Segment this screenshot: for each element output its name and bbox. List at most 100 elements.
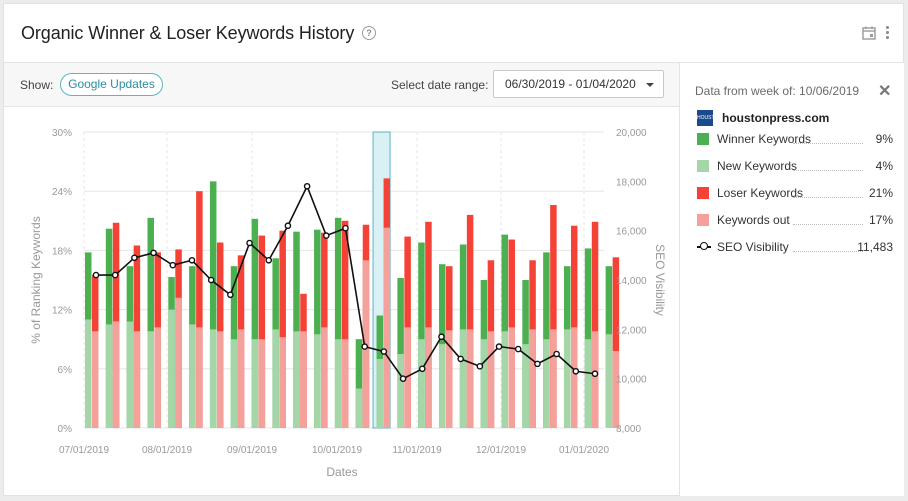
legend-value: 9% xyxy=(875,132,893,146)
seo-visibility-point xyxy=(495,343,503,350)
bar-new xyxy=(126,321,134,428)
y2-tick-label: 20,000 xyxy=(616,128,647,139)
legend-value: 17% xyxy=(868,213,893,227)
seo-visibility-point xyxy=(553,350,560,358)
bar-new xyxy=(334,339,342,428)
y2-tick-label: 14,000 xyxy=(616,276,647,287)
page-title: Organic Winner & Loser Keywords History xyxy=(21,23,355,43)
date-range-select[interactable]: 06/30/2019 - 01/04/2020 xyxy=(493,70,664,98)
close-icon[interactable]: ✕ xyxy=(878,81,891,101)
calendar-icon[interactable] xyxy=(862,26,876,40)
bar-out xyxy=(112,321,120,428)
bar-new xyxy=(480,339,488,428)
bar-out xyxy=(508,327,515,428)
legend-item-new-keywords[interactable]: New Keywords 4% xyxy=(697,158,893,174)
more-options-icon[interactable] xyxy=(884,25,890,41)
seo-visibility-point xyxy=(111,271,119,279)
date-range-label: Select date range: xyxy=(391,78,489,92)
seo-visibility-point xyxy=(227,291,234,299)
legend-item-winner-keywords[interactable]: Winner Keywords 9% xyxy=(697,131,893,147)
y2-tick-label: 8,000 xyxy=(616,424,641,435)
legend-item-seo-visibility[interactable]: SEO Visibility 11,483 xyxy=(697,239,893,255)
bar-out xyxy=(216,331,224,428)
bar-out xyxy=(341,339,349,428)
seo-visibility-point xyxy=(92,271,100,279)
bar-out xyxy=(196,327,203,428)
chart-toolbar: Show: Google Updates Select date range: … xyxy=(4,63,679,107)
bar-new xyxy=(147,331,154,428)
seo-visibility-point xyxy=(361,343,368,350)
bar-new xyxy=(501,331,508,428)
bar-out xyxy=(487,331,495,428)
legend-name: Keywords out xyxy=(717,213,790,227)
legend-leader xyxy=(793,197,863,198)
legend-swatch xyxy=(697,214,709,226)
y2-tick-label: 10,000 xyxy=(616,375,647,386)
legend-item-loser-keywords[interactable]: Loser Keywords 21% xyxy=(697,185,893,201)
seo-visibility-point xyxy=(476,363,484,370)
legend-name: SEO Visibility xyxy=(717,240,789,254)
bar-new xyxy=(251,339,259,428)
keywords-chart: 0% 6% 12% 18% 24% 30% 8,000 10,000 12,000 14,000 1… xyxy=(4,108,679,496)
seo-visibility-point xyxy=(572,367,580,375)
bar-new xyxy=(189,324,196,428)
bar-new xyxy=(605,334,613,428)
site-name: houstonpress.com xyxy=(722,111,830,125)
seo-visibility-point xyxy=(284,222,292,230)
legend-value: 4% xyxy=(875,159,893,173)
help-icon[interactable]: ? xyxy=(362,26,376,40)
bar-out xyxy=(570,327,578,428)
seo-visibility-point xyxy=(534,360,541,368)
legend-swatch xyxy=(697,133,709,145)
seo-visibility-point xyxy=(380,348,388,355)
seo-visibility-point xyxy=(418,365,426,373)
keywords-history-card: Organic Winner & Loser Keywords History … xyxy=(3,3,904,496)
bar-new xyxy=(209,329,217,428)
legend-swatch xyxy=(697,187,709,199)
seo-visibility-point xyxy=(438,333,445,341)
bar-new xyxy=(230,339,238,428)
bar-out xyxy=(529,329,536,428)
seo-visibility-point xyxy=(399,375,407,382)
seo-visibility-point xyxy=(246,239,253,247)
bar-new xyxy=(563,329,571,428)
bar-out xyxy=(466,329,474,428)
seo-visibility-point xyxy=(150,249,157,257)
site-logo: HOUSTON PRESS xyxy=(697,110,713,126)
bar-out xyxy=(175,297,182,428)
x-tick-label: 09/01/2019 xyxy=(227,445,277,456)
bar-out xyxy=(321,327,328,428)
y-tick-label: 6% xyxy=(58,365,73,376)
legend-leader xyxy=(793,224,863,225)
bar-new xyxy=(376,358,384,428)
x-tick-label: 10/01/2019 xyxy=(312,445,362,456)
x-tick-label: 12/01/2019 xyxy=(476,445,526,456)
y-tick-label: 30% xyxy=(52,128,72,139)
y2-tick-label: 18,000 xyxy=(616,177,647,188)
y-tick-label: 0% xyxy=(58,424,73,435)
bar-out xyxy=(591,331,599,428)
seo-visibility-point xyxy=(323,232,330,239)
chevron-down-icon xyxy=(646,83,654,87)
bar-out xyxy=(300,331,307,428)
y2-tick-label: 12,000 xyxy=(616,325,647,336)
bar-new xyxy=(314,334,321,428)
bar-out xyxy=(133,331,141,428)
seo-visibility-point xyxy=(591,370,599,378)
bar-new xyxy=(272,329,279,428)
date-range-value: 06/30/2019 - 01/04/2020 xyxy=(505,77,636,91)
bar-new xyxy=(459,329,467,428)
bar-new xyxy=(439,344,446,428)
show-label: Show: xyxy=(20,78,54,92)
legend-leader xyxy=(793,170,863,171)
x-tick-label: 07/01/2019 xyxy=(59,445,109,456)
bar-out xyxy=(383,227,391,428)
google-updates-button[interactable]: Google Updates xyxy=(60,73,163,96)
y-tick-label: 18% xyxy=(52,246,72,257)
bar-new xyxy=(543,339,550,428)
legend-item-keywords-out[interactable]: Keywords out 17% xyxy=(697,212,893,228)
bar-out xyxy=(279,337,286,428)
bar-new xyxy=(355,388,363,428)
card-header: Organic Winner & Loser Keywords History … xyxy=(4,4,903,63)
legend-swatch xyxy=(697,160,709,172)
